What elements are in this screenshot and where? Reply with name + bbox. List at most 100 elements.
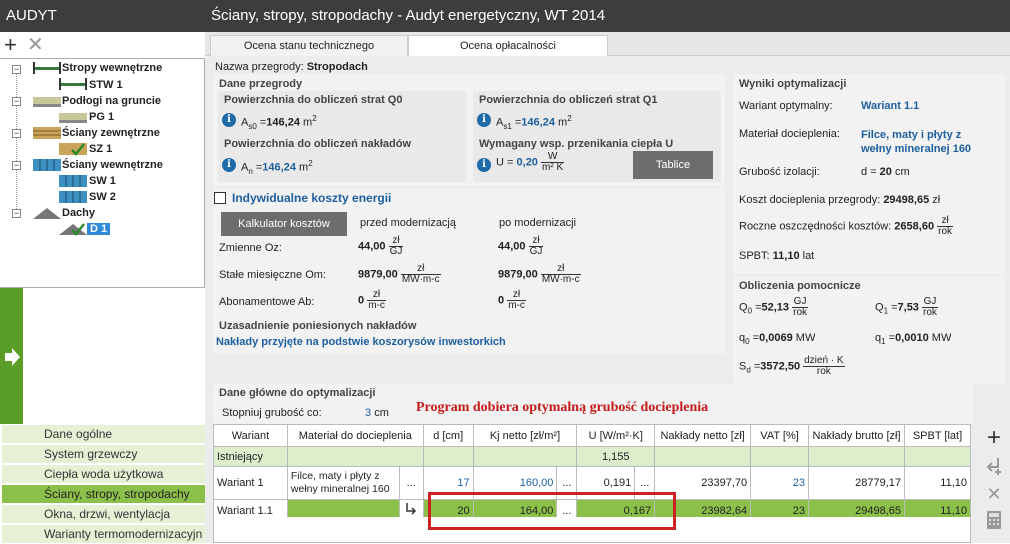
table-row[interactable]: Istniejący 1,155 bbox=[213, 446, 972, 467]
fixed-cost-after: 9879,00 zł MW·m-c bbox=[498, 263, 581, 285]
col-kj[interactable]: Kj netto [zł/m²] bbox=[472, 424, 578, 447]
add-subvariant-icon[interactable] bbox=[984, 456, 1004, 476]
cell-spbt[interactable]: 11,10 bbox=[903, 466, 972, 500]
calculator-icon[interactable] bbox=[984, 510, 1004, 530]
q0-energy: Q0 =52,13 GJ rok bbox=[739, 296, 809, 318]
annual-savings: Roczne oszczędności kosztów: 2658,60 zł r… bbox=[739, 215, 954, 237]
col-naklady-brutto[interactable]: Nakłady brutto [zł] bbox=[808, 424, 905, 447]
variable-cost-after: 44,00 zł GJ bbox=[498, 235, 544, 257]
nav-system-grzewczy[interactable]: System grzewczy bbox=[2, 445, 205, 464]
partition-name-label: Nazwa przegrody: bbox=[215, 61, 304, 73]
info-icon[interactable]: i bbox=[477, 113, 491, 127]
tree-item-sw2[interactable]: SW 2 bbox=[89, 189, 116, 205]
optimal-variant-value: Wariant 1.1 bbox=[861, 100, 920, 112]
qq0-power: q0 =0,0069 MW bbox=[739, 332, 816, 347]
variable-cost-before: 44,00 zł GJ bbox=[358, 235, 404, 257]
collapse-toggle[interactable]: − bbox=[12, 97, 21, 106]
individual-costs-checkbox[interactable] bbox=[214, 192, 226, 204]
ceiling-icon bbox=[59, 78, 87, 90]
optimization-title: Dane główne do optymalizacji bbox=[219, 387, 376, 399]
cell-spbt[interactable] bbox=[903, 446, 972, 467]
tree-node-sciany-zew[interactable]: Ściany zewnętrzne bbox=[62, 125, 160, 141]
tablice-button[interactable]: Tablice bbox=[633, 151, 713, 179]
ceiling-icon bbox=[33, 62, 61, 74]
tree-item-stw1[interactable]: STW 1 bbox=[89, 77, 123, 93]
tree-item-d1[interactable]: D 1 bbox=[87, 221, 111, 237]
tree-item-sz1[interactable]: SZ 1 bbox=[89, 141, 112, 157]
spbt-result: SPBT: 11,10 lat bbox=[739, 250, 815, 262]
arrow-right-icon bbox=[5, 348, 20, 366]
col-wariant[interactable]: Wariant bbox=[213, 424, 288, 447]
cell-vat[interactable] bbox=[750, 446, 809, 467]
variable-cost-label: Zmienne Oz: bbox=[219, 242, 282, 254]
brick-wall-icon bbox=[33, 127, 61, 139]
partition-tree: − Stropy wewnętrzne STW 1 − Podłogi na g… bbox=[0, 58, 205, 288]
cell-u[interactable]: 1,155 bbox=[576, 446, 656, 467]
collapse-toggle[interactable]: − bbox=[12, 129, 21, 138]
col-u[interactable]: U [W/m²·K] bbox=[576, 424, 656, 447]
cost-calculator-button[interactable]: Kalkulator kosztów bbox=[221, 212, 347, 236]
tree-item-sw1[interactable]: SW 1 bbox=[89, 173, 116, 189]
material-value: Filce, maty i płyty z wełny mineralnej 1… bbox=[861, 129, 972, 155]
cell-vat[interactable]: 23 bbox=[750, 466, 809, 500]
insulation-cost: Koszt docieplenia przegrody: 29498,65 zł bbox=[739, 194, 941, 206]
tree-toolbar: + ✕ bbox=[0, 32, 205, 60]
floor-icon bbox=[33, 97, 61, 107]
collapse-panel-handle[interactable] bbox=[0, 288, 23, 424]
col-vat[interactable]: VAT [%] bbox=[750, 424, 809, 447]
tree-node-dachy[interactable]: Dachy bbox=[62, 205, 95, 221]
tree-node-podlogi[interactable]: Podłogi na gruncie bbox=[62, 93, 161, 109]
cell-wariant[interactable]: Wariant 1 bbox=[213, 466, 288, 500]
col-spbt[interactable]: SPBT [lat] bbox=[903, 424, 972, 447]
add-row-icon[interactable]: + bbox=[984, 426, 1004, 450]
app-title: AUDYT bbox=[0, 0, 205, 32]
material-label: Materiał docieplenia: bbox=[739, 128, 840, 140]
step-label: Stopniuj grubość co: bbox=[222, 407, 322, 419]
tree-node-sciany-wew[interactable]: Ściany wewnętrzne bbox=[62, 157, 163, 173]
step-value[interactable]: 3 cm bbox=[365, 407, 389, 419]
floor-icon bbox=[59, 113, 87, 123]
thickness-value: d = 20 cm bbox=[861, 166, 910, 178]
info-icon[interactable]: i bbox=[477, 158, 491, 172]
tree-item-pg1[interactable]: PG 1 bbox=[89, 109, 114, 125]
cell-wariant[interactable]: Istniejący bbox=[213, 446, 288, 467]
cell-kj[interactable] bbox=[472, 446, 578, 467]
col-material[interactable]: Materiał do docieplenia bbox=[286, 424, 424, 447]
col-naklady-netto[interactable]: Nakłady netto [zł] bbox=[654, 424, 752, 447]
tab-ocena-oplacalnosci[interactable]: Ocena opłacalności bbox=[408, 35, 608, 57]
cell-brutto[interactable] bbox=[808, 446, 905, 467]
q1-area-value: 146,24 bbox=[521, 116, 555, 129]
nav-sciany-stropy[interactable]: Ściany, stropy, stropodachy bbox=[2, 485, 205, 504]
thickness-label: Grubość izolacji: bbox=[739, 166, 820, 178]
info-icon[interactable]: i bbox=[222, 158, 236, 172]
cell-material[interactable]: Filce, maty i płyty z wełny mineralnej 1… bbox=[286, 466, 400, 500]
subscription-cost-label: Abonamentowe Ab: bbox=[219, 296, 315, 308]
cell-netto[interactable] bbox=[654, 446, 752, 467]
delete-icon[interactable]: ✕ bbox=[27, 34, 44, 56]
delete-row-icon[interactable]: ✕ bbox=[984, 484, 1004, 504]
material-picker-button[interactable]: ... bbox=[398, 466, 424, 500]
info-icon[interactable]: i bbox=[222, 113, 236, 127]
col-d[interactable]: d [cm] bbox=[422, 424, 474, 447]
add-icon[interactable]: + bbox=[4, 34, 17, 56]
cell-material[interactable] bbox=[286, 446, 424, 467]
table-header-row: Wariant Materiał do docieplenia d [cm] K… bbox=[213, 424, 972, 447]
results-title: Wyniki optymalizacji bbox=[739, 78, 847, 90]
collapse-toggle[interactable]: − bbox=[12, 65, 21, 74]
brick-wall-check-icon bbox=[59, 143, 87, 156]
nav-dane-ogolne[interactable]: Dane ogólne bbox=[2, 425, 205, 444]
justification-text[interactable]: Nakłady przyjęte na podstwie koszorysów … bbox=[216, 336, 506, 348]
nav-ciepla-woda[interactable]: Ciepła woda użytkowa bbox=[2, 465, 205, 484]
tab-ocena-stanu[interactable]: Ocena stanu technicznego bbox=[210, 35, 408, 57]
q0-area-value: 146,24 bbox=[266, 116, 300, 129]
nav-warianty[interactable]: Warianty termomodernizacyjn bbox=[2, 525, 205, 544]
after-header: po modernizacji bbox=[499, 217, 577, 229]
cell-d[interactable] bbox=[422, 446, 474, 467]
tree-node-stropy[interactable]: Stropy wewnętrzne bbox=[62, 60, 162, 76]
nav-okna-drzwi[interactable]: Okna, drzwi, wentylacja bbox=[2, 505, 205, 524]
partition-name-value: Stropodach bbox=[306, 61, 368, 73]
collapse-toggle[interactable]: − bbox=[12, 161, 21, 170]
cell-brutto[interactable]: 28779,17 bbox=[808, 466, 905, 500]
q0-area-formula: As0 =146,24 m2 bbox=[241, 114, 317, 131]
collapse-toggle[interactable]: − bbox=[12, 209, 21, 218]
